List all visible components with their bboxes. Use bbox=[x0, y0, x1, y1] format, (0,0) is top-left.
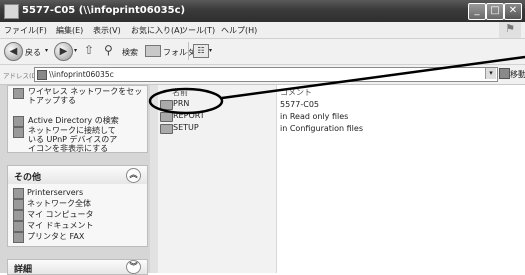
callout-line bbox=[221, 55, 525, 100]
callout-ellipse bbox=[148, 87, 224, 115]
callout-annotation bbox=[148, 55, 525, 115]
